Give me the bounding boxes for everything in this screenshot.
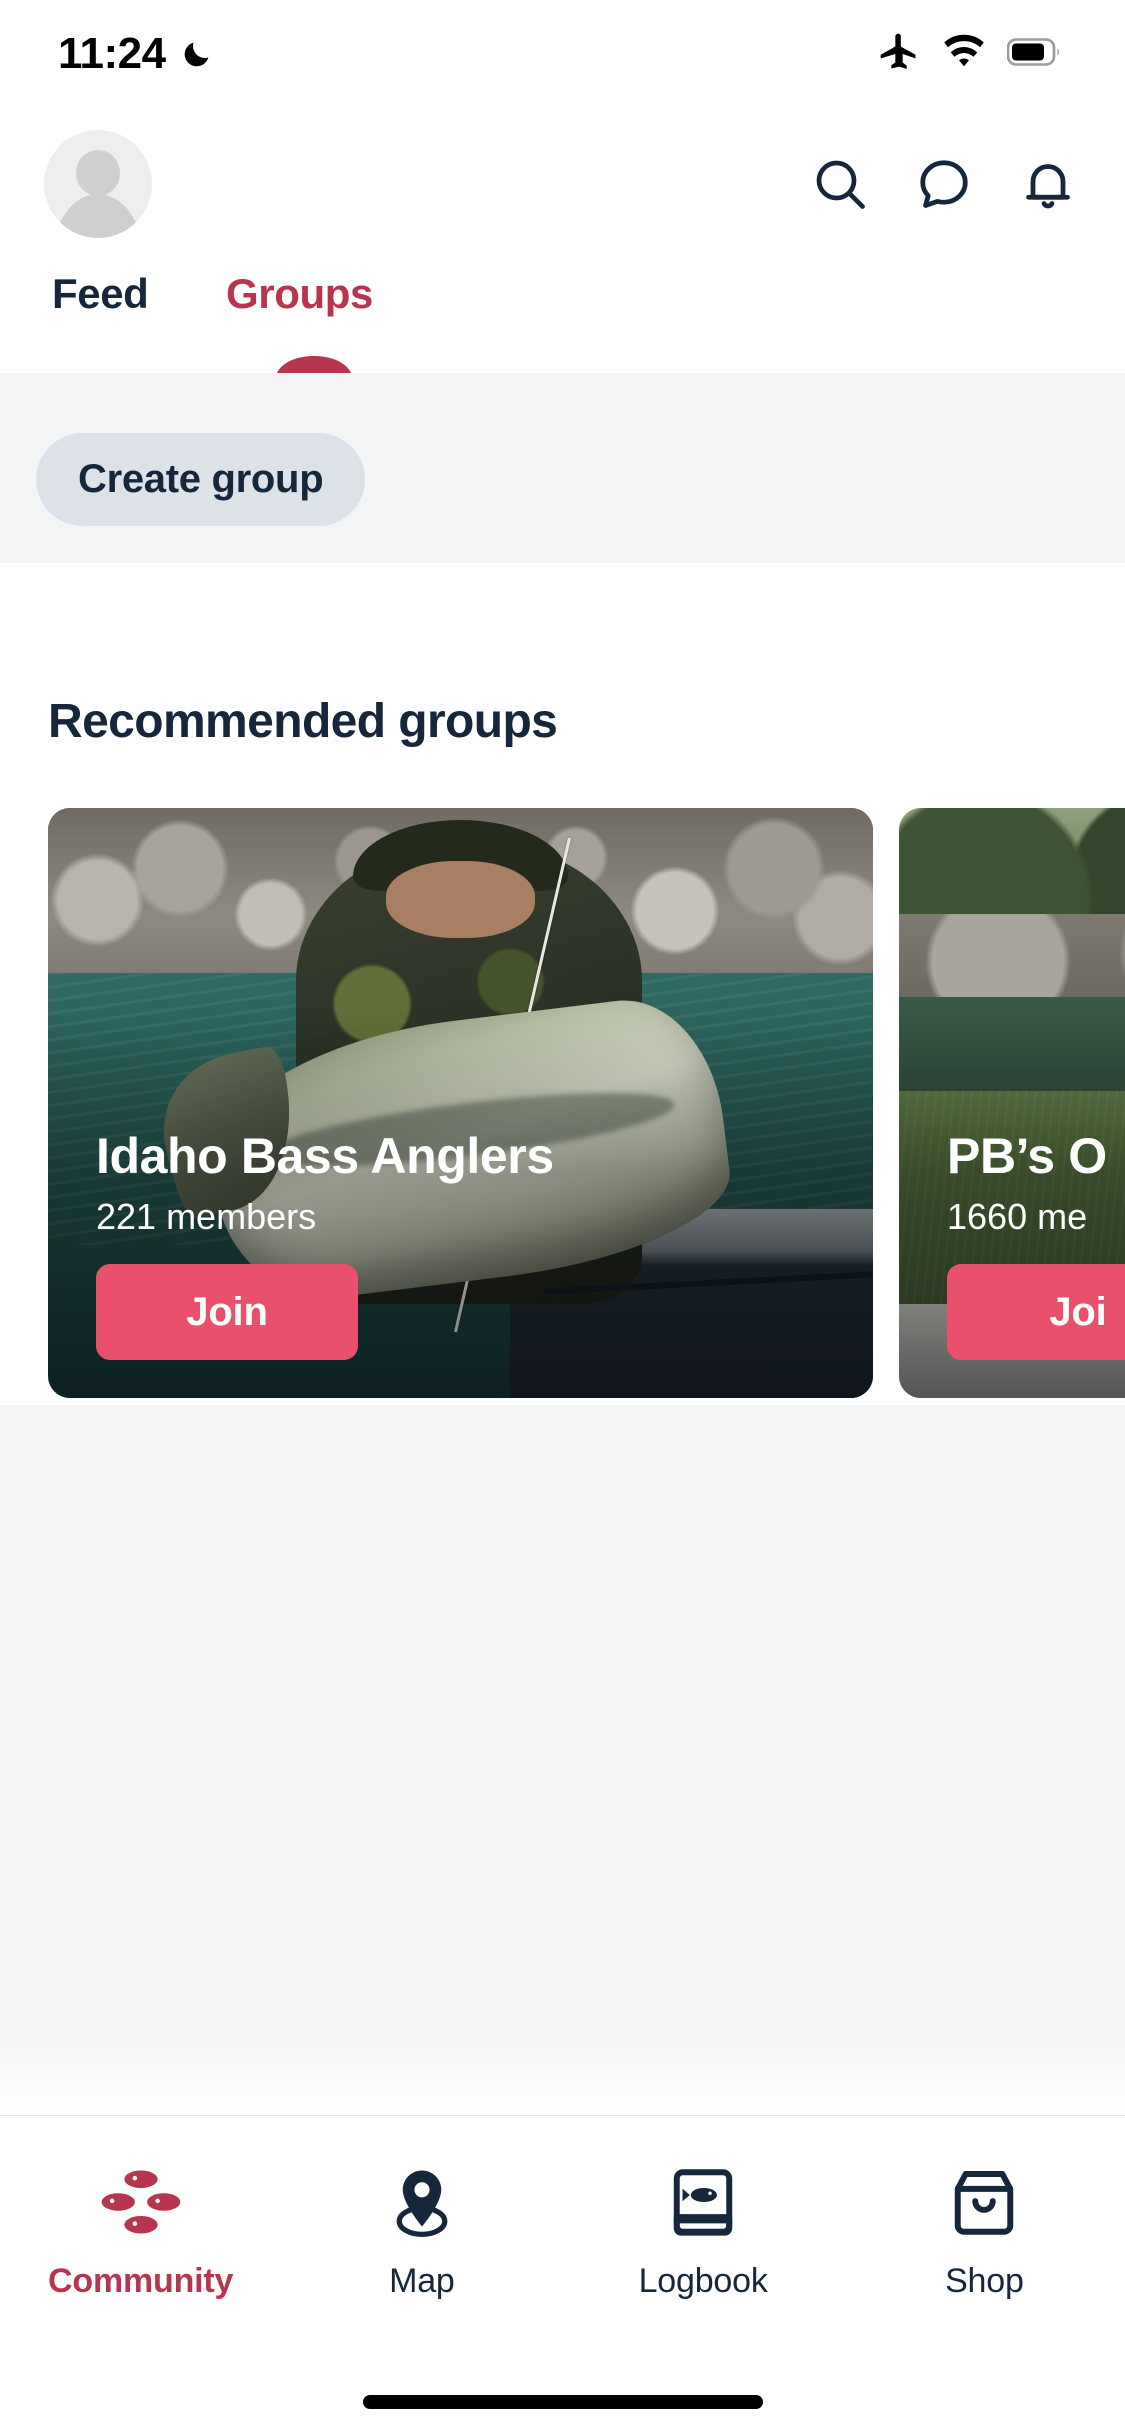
empty-content-area (0, 1405, 1125, 2103)
search-icon[interactable] (809, 153, 871, 215)
nav-label-logbook: Logbook (638, 2261, 768, 2300)
join-button[interactable]: Joi (947, 1264, 1125, 1360)
group-card-title: Idaho Bass Anglers (96, 1128, 554, 1184)
group-card-content: Idaho Bass Anglers 221 members Join (96, 1128, 843, 1360)
chat-bubble-icon[interactable] (913, 153, 975, 215)
nav-label-map: Map (389, 2261, 455, 2300)
content-tabs: Feed Groups (0, 260, 1125, 373)
join-button[interactable]: Join (96, 1264, 358, 1360)
nav-item-community[interactable]: Community (0, 2160, 281, 2301)
group-card-member-count: 221 members (96, 1196, 317, 1237)
book-with-fish-icon (661, 2160, 745, 2244)
status-bar: 11:24 (0, 0, 1125, 108)
nav-label-community: Community (48, 2261, 234, 2300)
groups-carousel[interactable]: Idaho Bass Anglers 221 members Join PB’s… (0, 808, 1125, 1398)
group-card-content: PB’s O 1660 me Joi (947, 1128, 1125, 1360)
header-actions (809, 153, 1079, 215)
nav-label-shop: Shop (945, 2261, 1024, 2300)
create-group-button[interactable]: Create group (36, 433, 366, 526)
app-screen: 11:24 Feed Groups Create group Recommend… (0, 0, 1125, 2436)
status-bar-right (877, 29, 1063, 80)
airplane-mode-icon (877, 30, 921, 79)
group-card[interactable]: Idaho Bass Anglers 221 members Join (48, 808, 873, 1398)
group-card-title: PB’s O (947, 1128, 1107, 1184)
home-indicator-bar (362, 2395, 763, 2409)
page-title: Recommended groups (48, 695, 558, 748)
group-card-member-count: 1660 me (947, 1196, 1088, 1237)
battery-icon (1006, 37, 1063, 71)
crescent-moon-icon (180, 37, 214, 71)
group-card[interactable]: PB’s O 1660 me Joi (899, 808, 1125, 1398)
nav-item-logbook[interactable]: Logbook (563, 2160, 844, 2301)
bell-icon[interactable] (1017, 153, 1079, 215)
avatar-body (53, 194, 143, 238)
avatar[interactable] (44, 130, 152, 238)
avatar-head (76, 150, 120, 196)
map-pin-icon (380, 2160, 464, 2244)
app-header (0, 108, 1125, 260)
tab-feed[interactable]: Feed (52, 260, 149, 373)
status-bar-time: 11:24 (58, 29, 166, 78)
bottom-navigation-bar: Community Map Logbook Shop (0, 2115, 1125, 2436)
status-bar-left: 11:24 (58, 29, 214, 79)
nav-item-map[interactable]: Map (281, 2160, 562, 2301)
scroll-fade (0, 2040, 1125, 2115)
four-fish-diamond-icon (99, 2160, 183, 2244)
tab-groups[interactable]: Groups (226, 260, 373, 373)
wifi-icon (941, 29, 987, 80)
shopping-bag-icon (942, 2160, 1026, 2244)
nav-item-shop[interactable]: Shop (844, 2160, 1125, 2301)
